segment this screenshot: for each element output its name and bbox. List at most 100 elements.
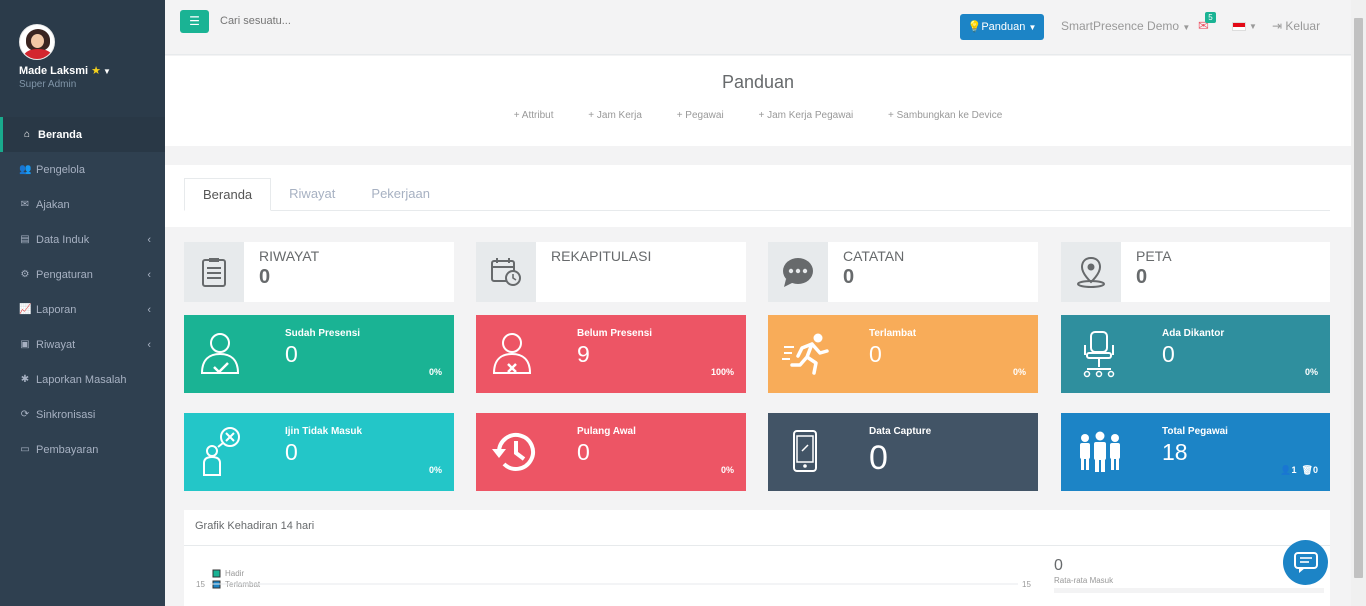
stat-label: Ijin Tidak Masuk	[285, 426, 363, 437]
tab-pekerjaan[interactable]: Pekerjaan	[353, 178, 448, 210]
sidebar-item-pengelola[interactable]: 👥 Pengelola	[0, 152, 165, 187]
average-progress-bar	[1054, 588, 1324, 593]
sidebar-item-label: Beranda	[38, 128, 83, 141]
account-dropdown[interactable]: SmartPresence Demo ▼	[1061, 19, 1190, 33]
sidebar: Made Laksmi ★ ▼ Super Admin ⌂ Beranda 👥 Pen…	[0, 0, 165, 606]
stat-label: Total Pegawai	[1162, 426, 1228, 437]
stat-value: 0	[869, 439, 888, 477]
sidebar-item-label: Laporkan Masalah	[36, 373, 127, 386]
caret-down-icon: ▼	[1182, 23, 1191, 32]
stat-percent: 0%	[1304, 367, 1318, 377]
stat-value: 0	[1162, 341, 1175, 367]
logout-label: Keluar	[1285, 19, 1321, 33]
widget-rekapitulasi[interactable]: REKAPITULASI	[476, 242, 746, 302]
widget-peta[interactable]: PETA 0	[1061, 242, 1330, 302]
caret-down-icon[interactable]: ▼	[1249, 22, 1257, 31]
sidebar-item-riwayat[interactable]: ▣ Riwayat ‹	[0, 327, 165, 362]
y-axis-right-label: 15	[1022, 580, 1031, 589]
stat-extra-a: 1	[1291, 465, 1297, 475]
money-icon: ▭	[20, 444, 30, 455]
widget-riwayat[interactable]: RIWAYAT 0	[184, 242, 454, 302]
guide-link-jam-kerja[interactable]: + Jam Kerja	[588, 110, 642, 121]
stat-terlambat[interactable]: Terlambat 0 0%	[768, 315, 1038, 393]
user-name: Made Laksmi	[19, 65, 89, 77]
stat-ijin-tidak-masuk[interactable]: Ijin Tidak Masuk 0 0%	[184, 413, 454, 491]
sidebar-item-label: Ajakan	[36, 198, 70, 211]
stat-percent: 100%	[710, 367, 734, 377]
stat-data-capture[interactable]: Data Capture 0	[768, 413, 1038, 491]
users-icon: 👥	[19, 164, 32, 175]
logout-link[interactable]: ⇥ Keluar	[1272, 19, 1320, 33]
caret-down-icon: ▼	[1028, 23, 1037, 32]
attendance-chart: Hadir Terlambat 15 15	[196, 569, 1031, 589]
sidebar-item-data-induk[interactable]: ▤ Data Induk ‹	[0, 222, 165, 257]
sidebar-item-label: Laporan	[36, 303, 77, 316]
panduan-dropdown-button[interactable]: 💡Panduan ▼	[960, 14, 1044, 40]
stat-value: 18	[1162, 439, 1188, 465]
widget-label: REKAPITULASI	[551, 248, 652, 264]
line-chart-icon: 📈	[19, 304, 32, 315]
sidebar-item-label: Sinkronisasi	[36, 408, 96, 421]
avatar[interactable]	[19, 24, 55, 60]
sidebar-item-label: Pengaturan	[36, 268, 93, 281]
scrollbar-thumb[interactable]	[1354, 18, 1363, 578]
sidebar-item-pembayaran[interactable]: ▭ Pembayaran	[0, 432, 165, 467]
user-role: Super Admin	[19, 79, 77, 90]
file-icon: ▣	[20, 339, 30, 350]
stat-ada-dikantor[interactable]: Ada Dikantor 0 0%	[1061, 315, 1330, 393]
stat-percent: 0%	[428, 367, 442, 377]
stat-total-pegawai[interactable]: Total Pegawai 18 👤1 🗑0	[1061, 413, 1330, 491]
sidebar-item-beranda[interactable]: ⌂ Beranda	[0, 117, 165, 152]
widget-catatan[interactable]: CATATAN 0	[768, 242, 1038, 302]
guide-link-jam-kerja-pegawai[interactable]: + Jam Kerja Pegawai	[758, 110, 853, 121]
calendar-clock-icon	[476, 242, 536, 302]
top-navbar: ☰ 💡Panduan ▼ SmartPresence Demo ▼ ✉5 ▼ ⇥…	[165, 0, 1351, 55]
person-x-icon	[203, 427, 240, 476]
legend-label-hadir: Hadir	[225, 569, 244, 578]
running-icon	[782, 333, 829, 375]
caret-down-icon: ▼	[103, 67, 111, 76]
stat-value: 9	[577, 341, 590, 367]
menu-toggle-button[interactable]: ☰	[180, 10, 209, 33]
messages-button[interactable]: ✉ 5	[1198, 12, 1216, 34]
stat-label: Terlambat	[869, 328, 917, 339]
guide-link-attribut[interactable]: + Attribut	[514, 110, 554, 121]
stat-sudah-presensi[interactable]: Sudah Presensi 0 0%	[184, 315, 454, 393]
chevron-left-icon: ‹	[147, 338, 151, 351]
user-menu-toggle[interactable]: Made Laksmi ★ ▼	[19, 64, 146, 77]
tab-riwayat[interactable]: Riwayat	[271, 178, 353, 210]
map-pin-icon	[1061, 242, 1121, 302]
user-x-small-icon: 👤	[1280, 465, 1292, 475]
stat-value: 0	[285, 341, 298, 367]
stat-pulang-awal[interactable]: Pulang Awal 0 0%	[476, 413, 746, 491]
widget-value: 0	[1136, 266, 1148, 288]
sidebar-nav: ⌂ Beranda 👥 Pengelola ✉ Ajakan ▤ Data Induk ‹…	[0, 117, 165, 467]
home-icon: ⌂	[23, 129, 31, 140]
star-icon: ★	[91, 65, 102, 77]
sidebar-item-pengaturan[interactable]: ⚙ Pengaturan ‹	[0, 257, 165, 292]
stat-value: 0	[285, 439, 298, 465]
sidebar-item-label: Pembayaran	[36, 443, 99, 456]
legend-swatch-hadir	[212, 569, 221, 578]
group-icon	[1080, 431, 1120, 472]
stat-belum-presensi[interactable]: Belum Presensi 9 100%	[476, 315, 746, 393]
page-scrollbar[interactable]	[1351, 0, 1366, 606]
profile-header: Made Laksmi ★ ▼ Super Admin	[0, 0, 165, 117]
stat-label: Pulang Awal	[577, 426, 636, 437]
average-label: Rata-rata Masuk	[1054, 576, 1114, 585]
stat-value: 0	[577, 439, 590, 465]
language-flag-icon[interactable]	[1232, 22, 1246, 31]
sidebar-item-sinkronisasi[interactable]: ⟳ Sinkronisasi	[0, 397, 165, 432]
sidebar-item-laporkan-masalah[interactable]: ✱ Laporkan Masalah	[0, 362, 165, 397]
envelope-icon: ✉	[20, 199, 30, 210]
guide-link-pegawai[interactable]: + Pegawai	[677, 110, 724, 121]
sidebar-item-ajakan[interactable]: ✉ Ajakan	[0, 187, 165, 222]
search-input[interactable]	[220, 15, 520, 27]
sidebar-item-laporan[interactable]: 📈 Laporan ‹	[0, 292, 165, 327]
chat-button[interactable]	[1283, 540, 1328, 585]
chat-icon	[1293, 551, 1318, 573]
tab-beranda[interactable]: Beranda	[184, 178, 272, 211]
sign-out-icon: ⇥	[1272, 19, 1283, 33]
stat-label: Belum Presensi	[577, 328, 653, 339]
guide-link-sambungkan-device[interactable]: + Sambungkan ke Device	[888, 110, 1002, 121]
